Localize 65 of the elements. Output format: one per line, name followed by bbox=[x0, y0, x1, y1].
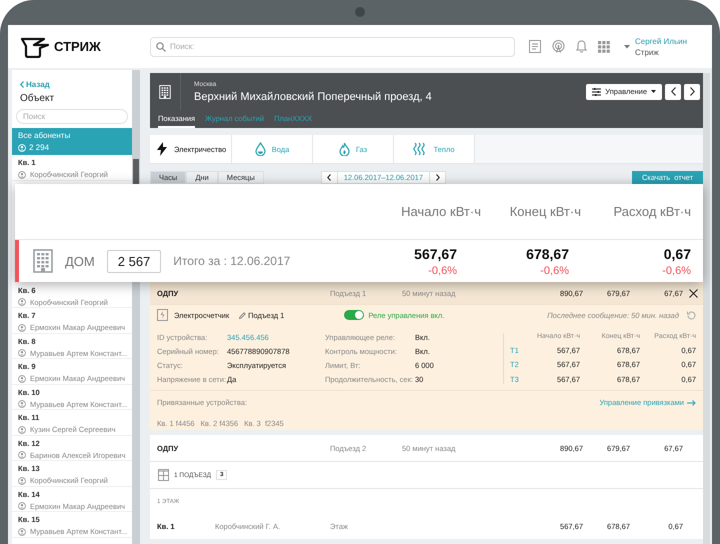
pencil-icon[interactable] bbox=[239, 312, 246, 318]
summary-value: 567,67 bbox=[414, 246, 457, 262]
building-icon bbox=[33, 249, 53, 273]
scrollbar[interactable] bbox=[132, 282, 140, 544]
lightning-icon bbox=[156, 142, 168, 156]
refresh-icon[interactable] bbox=[687, 310, 696, 320]
person-icon bbox=[18, 426, 26, 434]
house-label: ДОМ bbox=[65, 254, 95, 268]
column-header: Начало кВт·ч bbox=[400, 204, 481, 219]
scrollbar[interactable] bbox=[132, 70, 140, 184]
address-title: Верхний Михайловский Поперечный проезд, 4 bbox=[194, 90, 433, 102]
person-icon bbox=[18, 298, 26, 306]
search-field[interactable]: Поиск bbox=[16, 109, 128, 124]
chevron-left-icon bbox=[20, 81, 24, 88]
logo-icon bbox=[20, 36, 50, 58]
flame-icon bbox=[338, 142, 350, 156]
chevron-left-icon bbox=[327, 174, 332, 181]
meter-icon bbox=[157, 309, 168, 321]
drop-icon bbox=[254, 142, 266, 156]
person-icon bbox=[18, 324, 26, 332]
broadcast-icon[interactable] bbox=[552, 40, 565, 53]
chevron-left-icon bbox=[670, 87, 676, 96]
change-value: -0,6% bbox=[540, 264, 569, 276]
person-icon bbox=[18, 374, 26, 382]
chevron-right-icon bbox=[690, 87, 694, 96]
relay-toggle[interactable] bbox=[344, 310, 364, 320]
grid-icon[interactable] bbox=[598, 40, 610, 52]
subscriber-count: 2 294 bbox=[29, 143, 50, 152]
next-button[interactable] bbox=[684, 84, 700, 100]
summary-value: 678,67 bbox=[526, 246, 569, 262]
total-label: Итого за : 12.06.2017 bbox=[173, 254, 292, 268]
caret-icon bbox=[651, 90, 656, 93]
arrow-icon bbox=[687, 400, 696, 406]
count-field: 2 567 bbox=[106, 250, 162, 272]
logo-text: СТРИЖ bbox=[54, 39, 101, 54]
item-label: Все абоненты bbox=[18, 131, 72, 140]
user-organization: Стриж bbox=[635, 48, 660, 56]
bell-icon[interactable] bbox=[576, 40, 587, 53]
person-icon bbox=[18, 528, 26, 536]
change-value: -0,6% bbox=[662, 264, 691, 276]
search-field[interactable]: Поиск: bbox=[150, 36, 515, 56]
person-icon bbox=[18, 144, 26, 152]
heat-waves-icon bbox=[413, 142, 428, 156]
person-icon bbox=[18, 451, 26, 459]
close-icon[interactable] bbox=[688, 288, 698, 298]
sidebar-title: Объект bbox=[20, 93, 56, 104]
search-icon bbox=[156, 42, 166, 52]
person-icon bbox=[18, 400, 26, 408]
caret-icon[interactable] bbox=[624, 44, 630, 48]
summary-value: 0,67 bbox=[664, 246, 691, 262]
building-icon bbox=[159, 84, 171, 98]
previous-button[interactable] bbox=[665, 84, 681, 100]
person-icon bbox=[18, 502, 26, 510]
person-icon bbox=[18, 170, 26, 178]
person-icon bbox=[18, 349, 26, 357]
scrollbar[interactable] bbox=[703, 73, 710, 544]
document-icon[interactable] bbox=[529, 40, 541, 53]
change-value: -0,6% bbox=[428, 264, 457, 276]
person-icon bbox=[18, 476, 26, 484]
column-header: Расход кВт·ч bbox=[612, 204, 691, 219]
entrance-icon bbox=[158, 469, 169, 481]
sliders-icon bbox=[592, 88, 602, 96]
column-header: Конец кВт·ч bbox=[508, 204, 581, 219]
chevron-right-icon bbox=[436, 174, 440, 181]
camera-icon bbox=[355, 7, 365, 17]
